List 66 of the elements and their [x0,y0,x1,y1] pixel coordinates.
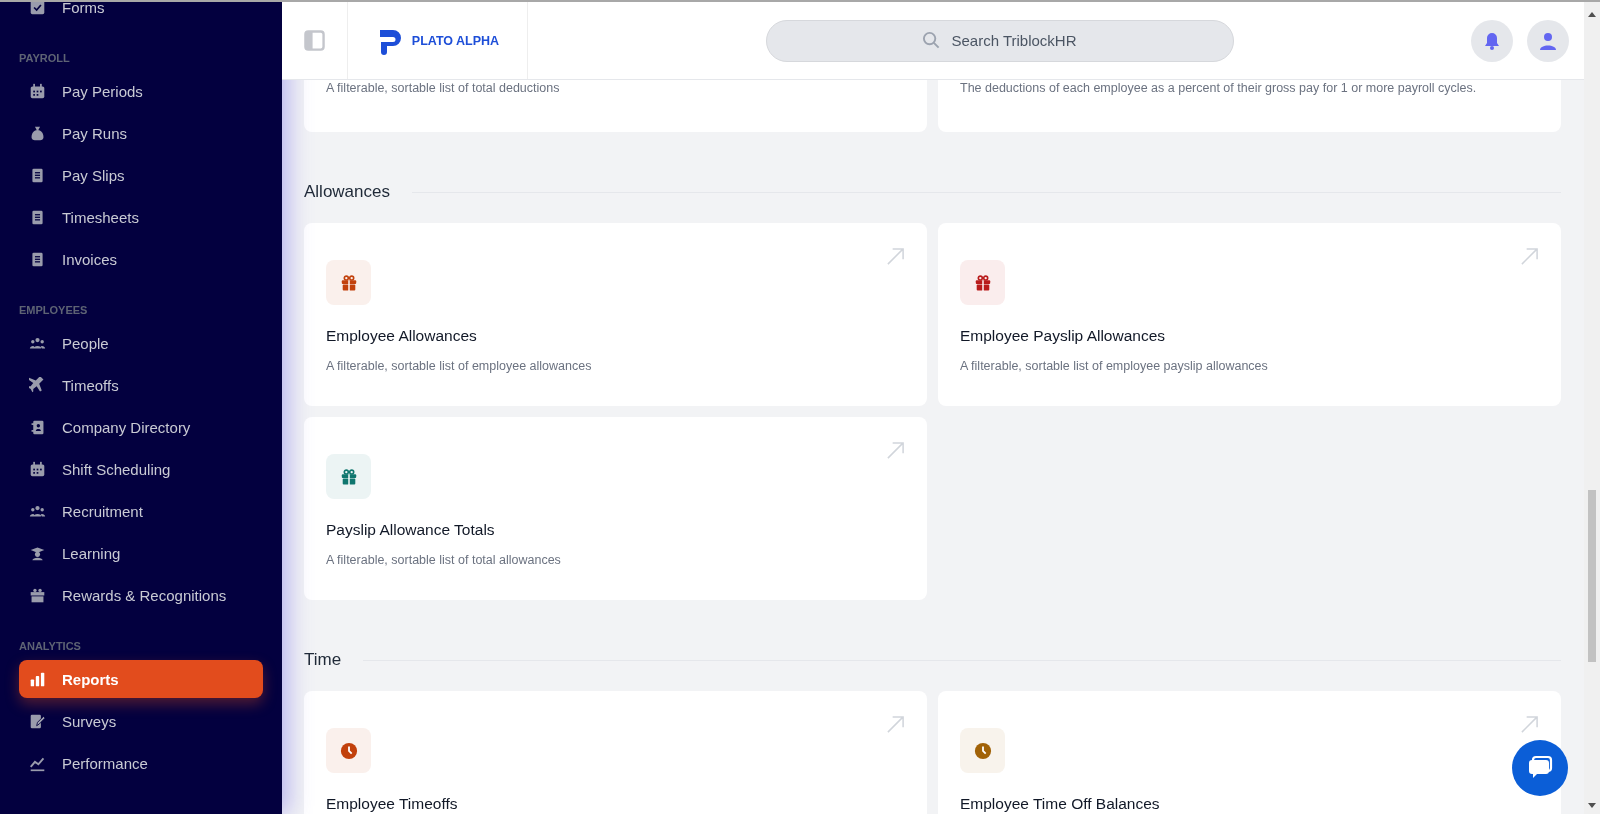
arrow-icon [886,247,905,266]
section-heading: EMPLOYEES [19,304,89,318]
sidebar-item[interactable]: Forms [19,2,263,26]
search-icon [921,30,941,50]
bell-icon [1482,30,1502,51]
report-card[interactable]: Employee Timeoffs [304,691,927,814]
section-title: Allowances [304,182,390,202]
sidebar-item[interactable]: Invoices [19,240,263,278]
sidebar-item[interactable]: Pay Runs [19,114,263,152]
receipt-icon [29,166,46,184]
user-icon [1538,30,1558,51]
sidebar-item[interactable]: Learning [19,534,263,572]
card-description: A filterable, sortable list of total deductions [326,81,560,95]
section-title: Time [304,650,342,670]
sidebar-item[interactable]: Timesheets [19,198,263,236]
sidebar-item[interactable]: Shift Scheduling [19,450,263,488]
invoice-icon [29,250,46,268]
calendar-icon [29,82,46,100]
arrow-icon [1520,247,1539,266]
card-description: A filterable, sortable list of total allowances [326,553,562,567]
scroll-up-icon[interactable] [1588,12,1596,17]
search-field[interactable]: Search TriblockHR [765,19,1234,62]
card-title: Employee Timeoffs [326,795,459,813]
card-description: A filterable, sortable list of employee allowances [326,359,593,373]
calendar-icon [29,460,46,478]
sidebar-item[interactable]: Company Directory [19,408,263,446]
logo-text: PLATO ALPHA [411,33,500,48]
scrollbar-thumb[interactable] [1588,490,1596,662]
section-heading: PAYROLL [19,52,71,66]
sidebar-item[interactable]: Pay Slips [19,156,263,194]
card-title: Employee Allowances [326,327,478,345]
card-title: Payslip Allowance Totals [326,521,496,539]
scrollbar[interactable] [1584,2,1600,814]
contact-icon [29,418,46,436]
card-description: The deductions of each employee as a percent of their gross pay for 1 or more payroll cycles. [960,81,1477,95]
sidebar-item[interactable]: People [19,324,263,362]
sidebar-toggle-icon[interactable] [304,30,325,51]
notifications-button[interactable] [1471,19,1513,62]
sidebar-item[interactable]: Recruitment [19,492,263,530]
report-card[interactable]: Payslip Allowance Totals A filterable, sortable list of total allowances [304,417,927,600]
profile-button[interactable] [1527,19,1569,62]
clipboard-icon [29,208,46,226]
arrow-icon [1520,715,1539,734]
card-title: Employee Time Off Balances [960,795,1161,813]
report-card[interactable]: Employee Time Off Balances [938,691,1561,814]
card-title: Employee Payslip Allowances [960,327,1167,345]
section-heading: ANALYTICS [19,640,82,654]
survey-icon [29,712,46,730]
report-card[interactable]: A filterable, sortable list of total deductions [304,80,927,132]
chart-icon [29,670,46,688]
sidebar-item[interactable]: Timeoffs [19,366,263,404]
report-card[interactable]: Employee Payslip Allowances A filterable, sortable list of employee payslip allowances [938,223,1561,406]
arrow-icon [886,441,905,460]
sidebar-item[interactable]: Pay Periods [19,72,263,110]
sidebar-item[interactable]: Performance [19,744,263,782]
sidebar-item[interactable]: Surveys [19,702,263,740]
moneybag-icon [29,124,46,142]
arrow-icon [886,715,905,734]
report-card[interactable]: The deductions of each employee as a percent of their gross pay for 1 or more payroll cycles. [938,80,1561,132]
scroll-down-icon[interactable] [1588,803,1596,808]
card-description: A filterable, sortable list of employee payslip allowances [960,359,1269,373]
report-card[interactable]: Employee Allowances A filterable, sortable list of employee allowances [304,223,927,406]
sidebar-item[interactable]: Rewards & Recognitions [19,576,263,614]
gift-icon [29,586,46,604]
sidebar-item[interactable]: Reports [19,660,263,698]
plane-icon [29,376,46,394]
